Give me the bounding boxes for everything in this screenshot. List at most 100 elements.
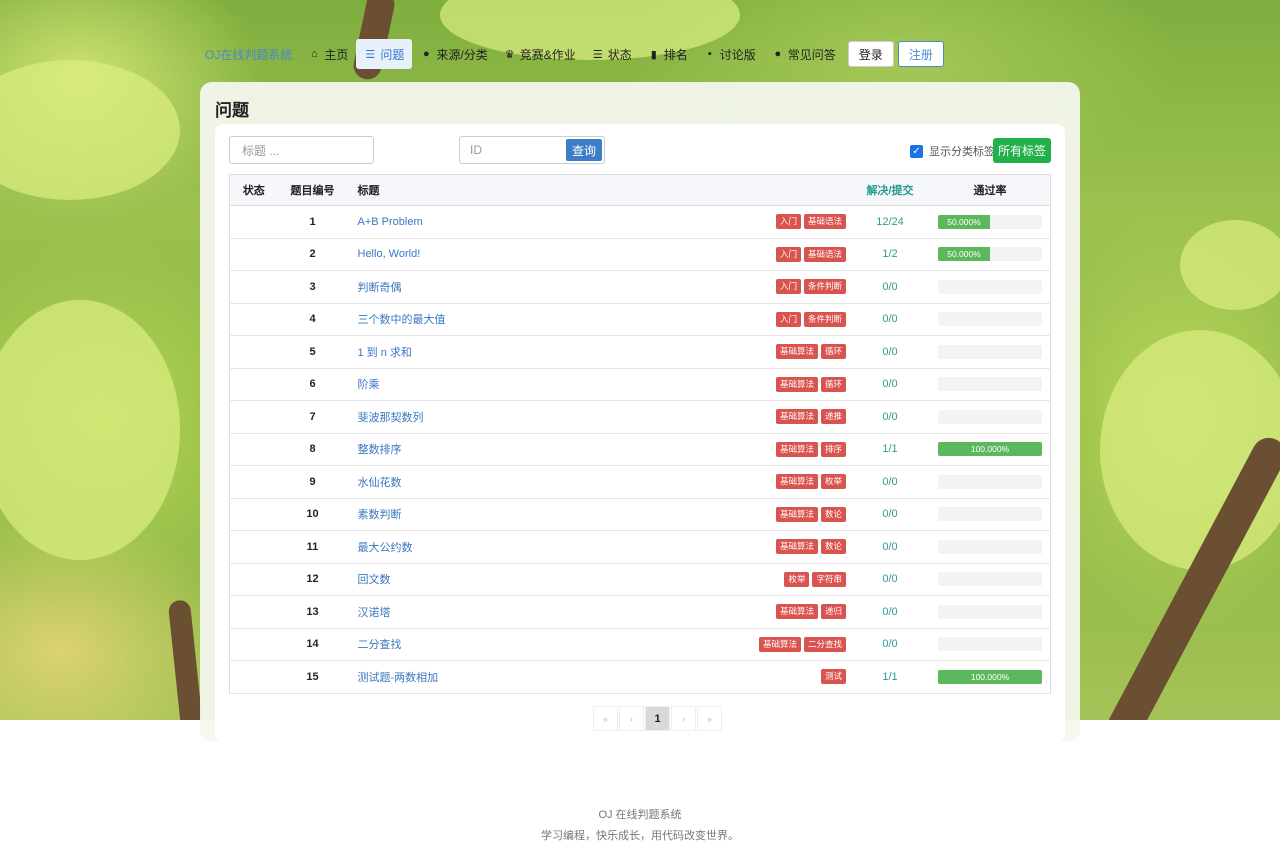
tag-badge[interactable]: 条件判断	[803, 311, 846, 327]
rate-progress-track	[938, 637, 1042, 652]
nav-item-4[interactable]: ☰ 状态	[584, 39, 640, 69]
problem-title-link[interactable]: 1 到 n 求和	[358, 347, 412, 359]
problem-title-link[interactable]: 最大公约数	[358, 542, 413, 554]
header-num[interactable]: 题目编号	[277, 174, 348, 206]
tags-cell: 基础算法 二分查找	[603, 628, 850, 661]
title-search-input[interactable]: 标题 ...	[229, 136, 374, 164]
header-rate[interactable]: 通过率	[930, 174, 1051, 206]
tag-badge[interactable]: 枚举	[820, 474, 846, 490]
tag-badge[interactable]: 基础算法	[758, 636, 801, 652]
register-button[interactable]: 注册	[897, 41, 944, 67]
rate-progress-track: 50.000%	[938, 247, 1042, 262]
tag-badge[interactable]: 基础算法	[775, 539, 818, 555]
nav-item-5[interactable]: ▮ 排名	[640, 39, 696, 69]
solved-count[interactable]: 0/0	[850, 335, 930, 369]
tag-badge[interactable]: 条件判断	[803, 279, 846, 295]
tag-badge[interactable]: 入门	[775, 311, 801, 327]
nav-item-2[interactable]: ● 来源/分类	[412, 39, 495, 69]
rate-cell	[930, 368, 1051, 401]
problem-title-link[interactable]: 素数判断	[358, 509, 402, 521]
solved-count[interactable]: 0/0	[850, 400, 930, 434]
problem-title-link[interactable]: 判断奇偶	[358, 282, 402, 294]
solved-count[interactable]: 0/0	[850, 368, 930, 401]
header-solved[interactable]: 解决/提交	[850, 174, 930, 206]
nav-item-6[interactable]: ▪ 讨论版	[696, 39, 764, 69]
solved-count[interactable]: 1/1	[850, 660, 930, 694]
solved-count[interactable]: 0/0	[850, 595, 930, 629]
solved-count[interactable]: 0/0	[850, 628, 930, 661]
nav-item-label: 常见问答	[787, 47, 836, 62]
show-category-label: 显示分类标签	[929, 146, 995, 158]
nav-item-0[interactable]: ⌂ 主页	[300, 39, 356, 69]
tag-badge[interactable]: 基础算法	[775, 474, 818, 490]
problem-title-link[interactable]: 二分查找	[358, 639, 402, 651]
header-title[interactable]: 标题	[347, 174, 604, 206]
tag-badge[interactable]: 基础算法	[775, 344, 818, 360]
tag-badge[interactable]: 递推	[820, 409, 846, 425]
login-button[interactable]: 登录	[847, 41, 894, 67]
tag-badge[interactable]: 排序	[820, 441, 846, 457]
solved-count[interactable]: 0/0	[850, 530, 930, 564]
tag-badge[interactable]: 基础语法	[803, 214, 846, 230]
tags-cell: 基础算法 递归	[603, 595, 850, 629]
tag-badge[interactable]: 枚举	[784, 571, 810, 587]
problem-title-link[interactable]: 三个数中的最大值	[358, 314, 446, 326]
problem-title-link[interactable]: Hello, World!	[358, 248, 421, 260]
tag-badge[interactable]: 二分查找	[803, 636, 846, 652]
last-page-button[interactable]: »	[697, 706, 722, 731]
nav-item-1[interactable]: ☰ 问题	[356, 39, 413, 69]
problem-title-link[interactable]: A+B Problem	[358, 216, 423, 228]
tags-cell: 枚举 字符串	[603, 563, 850, 596]
tag-badge[interactable]: 数论	[820, 539, 846, 555]
tag-badge[interactable]: 入门	[775, 279, 801, 295]
solved-count[interactable]: 1/2	[850, 238, 930, 271]
tag-badge[interactable]: 基础语法	[803, 246, 846, 262]
solved-count[interactable]: 1/1	[850, 433, 930, 466]
problem-title-link[interactable]: 阶乘	[358, 379, 380, 391]
show-category-toggle[interactable]: ✓ 显示分类标签	[910, 143, 995, 159]
tag-badge[interactable]: 基础算法	[775, 376, 818, 392]
checkbox-checked-icon[interactable]: ✓	[910, 144, 923, 158]
prev-page-button[interactable]: ‹	[619, 706, 644, 731]
top-navbar: OJ在线判题系统 ⌂ 主页 ☰ 问题 ● 来源/分类 ♛ 竞赛&作业 ☰ 状态 ▮ 排名 ▪ 讨论版 ● 常见…	[205, 39, 944, 69]
problem-title-link[interactable]: 汉诺塔	[358, 607, 391, 619]
tag-badge[interactable]: 测试	[820, 669, 846, 685]
first-page-button[interactable]: «	[593, 706, 618, 731]
solved-count[interactable]: 0/0	[850, 498, 930, 531]
solved-count[interactable]: 12/24	[850, 205, 930, 239]
tag-badge[interactable]: 基础算法	[775, 604, 818, 620]
tag-badge[interactable]: 基础算法	[775, 441, 818, 457]
rate-progress-track	[938, 312, 1042, 327]
solved-count[interactable]: 0/0	[850, 563, 930, 596]
brand-logo[interactable]: OJ在线判题系统	[205, 46, 292, 63]
solved-count[interactable]: 0/0	[850, 465, 930, 499]
tag-badge[interactable]: 基础算法	[775, 506, 818, 522]
title-cell: 测试题-两数相加	[347, 660, 604, 694]
tag-badge[interactable]: 数论	[820, 506, 846, 522]
status-cell	[229, 400, 278, 434]
tag-badge[interactable]: 入门	[775, 246, 801, 262]
all-tags-button[interactable]: 所有标签	[993, 138, 1051, 163]
tag-badge[interactable]: 递归	[820, 604, 846, 620]
problem-title-link[interactable]: 水仙花数	[358, 477, 402, 489]
next-page-button[interactable]: ›	[671, 706, 696, 731]
tag-badge[interactable]: 字符串	[812, 571, 846, 587]
id-search-input[interactable]: ID	[460, 137, 564, 163]
problem-title-link[interactable]: 测试题-两数相加	[358, 672, 439, 684]
solved-count[interactable]: 0/0	[850, 270, 930, 304]
header-status[interactable]: 状态	[229, 174, 278, 206]
problem-num: 15	[277, 660, 348, 694]
problem-title-link[interactable]: 斐波那契数列	[358, 412, 424, 424]
tag-badge[interactable]: 入门	[775, 214, 801, 230]
tag-badge[interactable]: 基础算法	[775, 409, 818, 425]
problem-title-link[interactable]: 整数排序	[358, 444, 402, 456]
list-icon: ☰	[592, 48, 603, 61]
query-button[interactable]: 查询	[566, 139, 602, 161]
problem-title-link[interactable]: 回文数	[358, 574, 391, 586]
nav-item-7[interactable]: ● 常见问答	[764, 39, 844, 69]
solved-count[interactable]: 0/0	[850, 303, 930, 336]
nav-item-3[interactable]: ♛ 竞赛&作业	[496, 39, 584, 69]
tag-badge[interactable]: 循环	[820, 344, 846, 360]
tag-badge[interactable]: 循环	[820, 376, 846, 392]
current-page-button[interactable]: 1	[645, 706, 670, 731]
